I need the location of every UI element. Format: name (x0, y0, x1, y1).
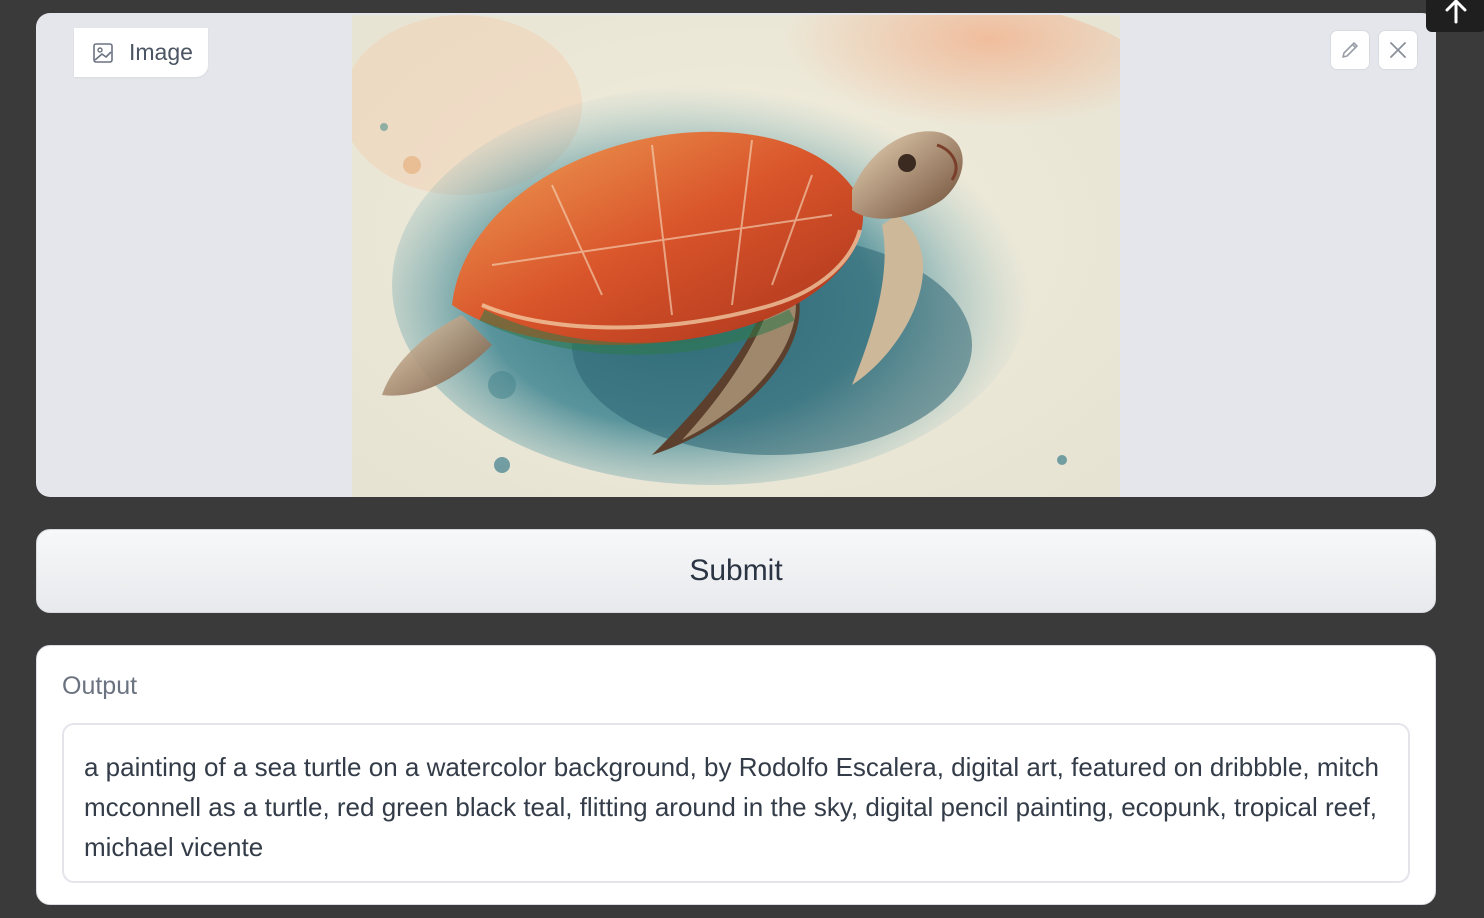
arrow-up-icon (1445, 0, 1467, 24)
output-panel: Output a painting of a sea turtle on a w… (36, 645, 1436, 905)
image-component-label: Image (74, 28, 208, 77)
close-icon (1390, 42, 1406, 58)
submit-button[interactable]: Submit (36, 529, 1436, 613)
image-label-text: Image (129, 39, 193, 65)
scroll-to-top-button[interactable] (1426, 0, 1484, 32)
image-icon (92, 42, 114, 64)
clear-image-button[interactable] (1378, 30, 1418, 70)
image-input-panel[interactable]: Image (36, 13, 1436, 497)
uploaded-image (352, 15, 1120, 497)
page: Image Submit Output a painting of a sea … (0, 0, 1484, 918)
edit-image-button[interactable] (1330, 30, 1370, 70)
output-label: Output (62, 672, 138, 700)
output-textbox[interactable]: a painting of a sea turtle on a watercol… (62, 723, 1410, 883)
pencil-icon (1342, 42, 1358, 58)
